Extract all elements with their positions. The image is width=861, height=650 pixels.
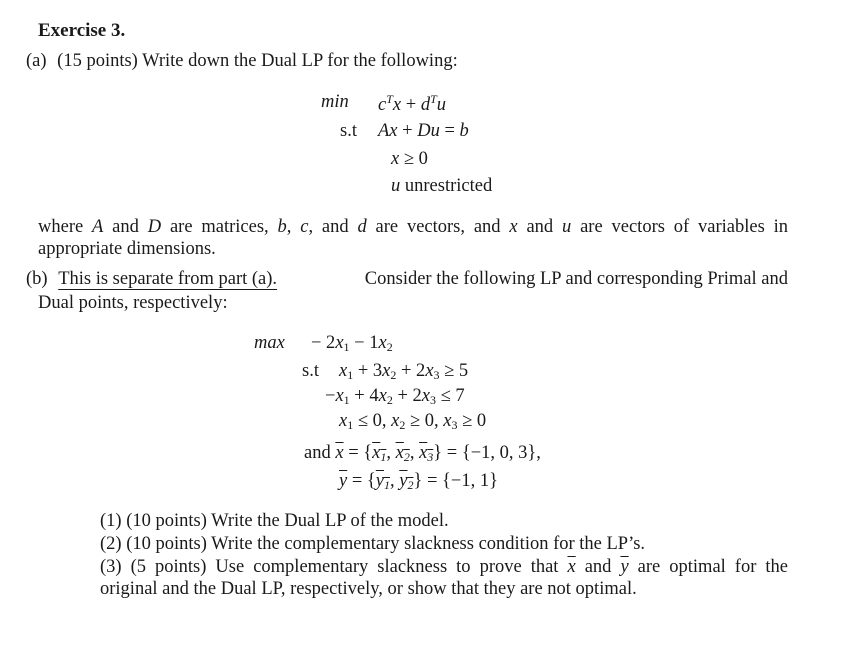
part-b-intro-line2: Dual points, respectively: xyxy=(38,293,228,313)
part-a-description-line2: appropriate dimensions. xyxy=(38,239,216,259)
question-1: (1) (10 points) Write the Dual LP of the… xyxy=(100,511,449,531)
lp-a-constraint: Ax + Du = b xyxy=(378,121,469,141)
part-a-prompt: (15 points) Write down the Dual LP for t… xyxy=(57,51,458,71)
lp-b-st-keyword: s.t xyxy=(302,361,319,381)
part-a-header: (a) (15 points) Write down the Dual LP f… xyxy=(26,51,458,72)
part-b-label: (b) xyxy=(26,269,48,289)
lp-a-objective-keyword: min xyxy=(321,92,349,112)
question-3: (3) (5 points) Use complementary slackne… xyxy=(100,557,788,577)
dual-point: y = {y1, y2} = {−1, 1} xyxy=(339,471,498,492)
part-a-label: (a) xyxy=(26,51,47,71)
lp-a-objective: cTx + dTu xyxy=(378,92,446,115)
question-3-continued: original and the Dual LP, respectively, … xyxy=(100,579,637,599)
lp-a-u-var: u xyxy=(391,176,401,196)
part-a-description-line1: where A and D are matrices, b, c, and d … xyxy=(38,217,789,237)
primal-point: and x = {x1, x2, x3} = {−1, 0, 3}, xyxy=(304,443,541,464)
lp-b-objective-keyword: max xyxy=(254,333,285,353)
exercise-title: Exercise 3. xyxy=(38,20,126,41)
lp-b-constraint-1: x1 + 3x2 + 2x3 ≥ 5 xyxy=(339,361,469,382)
lp-a-sign-x: x ≥ 0 xyxy=(391,149,428,169)
lp-a-sign-u: u unrestricted xyxy=(391,176,492,197)
lp-b-sign-constraints: x1 ≤ 0, x2 ≥ 0, x3 ≥ 0 xyxy=(339,411,487,432)
lp-a-u-text: unrestricted xyxy=(404,176,493,196)
part-b-header: (b) This is separate from part (a). Cons… xyxy=(26,269,788,290)
question-2: (2) (10 points) Write the complementary … xyxy=(100,534,646,554)
part-b-intro: Consider the following LP and correspond… xyxy=(364,269,788,289)
and-keyword: and xyxy=(304,443,331,463)
lp-b-objective: − 2x1 − 1x2 xyxy=(311,333,393,354)
lp-a-st-keyword: s.t xyxy=(340,121,357,141)
part-b-underlined-note: This is separate from part (a). xyxy=(58,269,278,289)
lp-b-constraint-2: −x1 + 4x2 + 2x3 ≤ 7 xyxy=(325,386,465,407)
